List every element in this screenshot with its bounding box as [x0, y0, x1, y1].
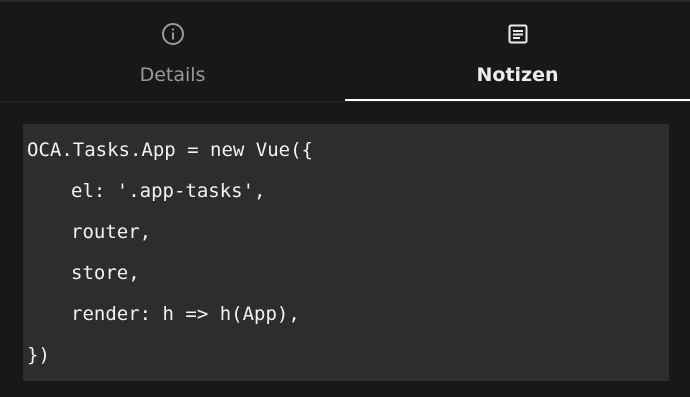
tab-notes-label: Notizen [476, 64, 559, 86]
code-line: store, [71, 262, 140, 284]
tab-notes[interactable]: Notizen [345, 2, 690, 101]
code-line: el: '.app-tasks', [71, 180, 266, 202]
tabs-divider [0, 101, 690, 102]
tab-details-label: Details [139, 64, 206, 86]
code-line: render: h => h(App), [71, 303, 300, 325]
code-line: OCA.Tasks.App = new Vue({ [27, 139, 313, 161]
code-line: }) [27, 344, 50, 366]
notes-icon [505, 21, 531, 47]
info-icon [160, 21, 186, 47]
notes-code-block[interactable]: OCA.Tasks.App = new Vue({ el: '.app-task… [23, 124, 669, 381]
sidebar-tabs: Details Notizen [0, 2, 690, 101]
code-line: router, [71, 221, 152, 243]
tab-details[interactable]: Details [0, 2, 345, 101]
